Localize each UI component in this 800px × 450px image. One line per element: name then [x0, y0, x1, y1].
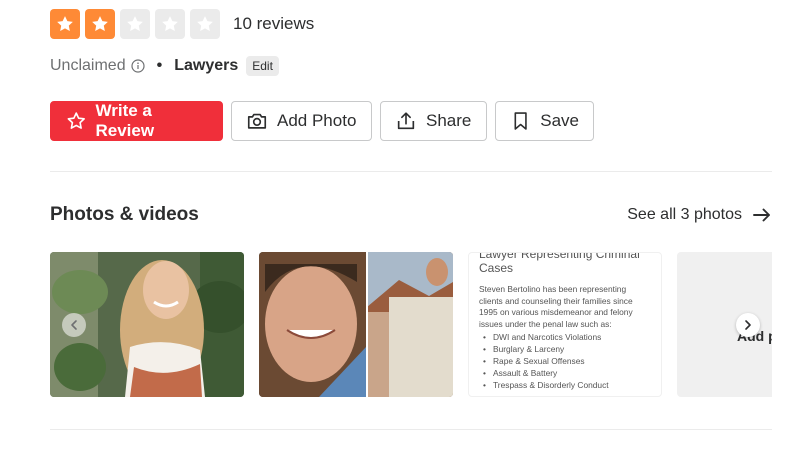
document-list-item: DWI and Narcotics Violations — [479, 331, 651, 343]
document-preview: Lawyer Representing Criminal Cases Steve… — [469, 252, 661, 391]
save-label: Save — [540, 111, 579, 130]
document-list-item: Burglary & Larceny — [479, 343, 651, 355]
star-icon — [85, 9, 115, 39]
separator-dot: • — [156, 57, 163, 74]
section-divider — [50, 171, 772, 172]
share-label: Share — [426, 111, 472, 130]
photo-carousel: Lawyer Representing Criminal Cases Steve… — [50, 252, 772, 397]
see-all-label: See all 3 photos — [627, 206, 742, 223]
document-list-item: Assault & Battery — [479, 367, 651, 379]
star-icon — [155, 9, 185, 39]
camera-icon — [247, 113, 267, 129]
write-review-button[interactable]: Write a Review — [50, 101, 223, 141]
chevron-right-icon — [745, 320, 751, 330]
chevron-left-icon — [71, 320, 77, 330]
action-buttons: Write a Review Add Photo Share Save — [50, 101, 602, 141]
arrow-right-icon — [753, 208, 770, 222]
claim-status: Unclaimed — [50, 57, 126, 74]
document-list-item: Trespass & Disorderly Conduct — [479, 379, 651, 391]
star-icon — [190, 9, 220, 39]
section-divider — [50, 429, 772, 430]
share-button[interactable]: Share — [380, 101, 487, 141]
photo-thumbnail-collage[interactable] — [259, 252, 453, 397]
document-title-line1: Lawyer Representing Criminal — [479, 252, 640, 261]
add-photo-label: Add Photo — [277, 111, 357, 130]
photos-section-header: Photos & videos See all 3 photos — [50, 204, 772, 226]
document-list: DWI and Narcotics Violations Burglary & … — [479, 331, 651, 391]
star-icon — [50, 9, 80, 39]
reviews-count[interactable]: 10 reviews — [233, 14, 314, 34]
bookmark-icon — [514, 112, 527, 130]
add-photo-icon — [771, 302, 772, 320]
edit-category-button[interactable]: Edit — [246, 56, 279, 76]
rating-stars — [50, 9, 225, 39]
see-all-photos-link[interactable]: See all 3 photos — [627, 205, 772, 225]
carousel-next-button[interactable] — [736, 313, 760, 337]
document-title-line2: Cases — [479, 261, 514, 275]
category-link[interactable]: Lawyers — [174, 57, 238, 75]
business-meta: Unclaimed • Lawyers Edit — [50, 53, 279, 79]
carousel-prev-button[interactable] — [62, 313, 86, 337]
document-list-item: Rape & Sexual Offenses — [479, 355, 651, 367]
document-title: Lawyer Representing Criminal Cases — [479, 252, 651, 275]
star-icon — [120, 9, 150, 39]
add-photo-button[interactable]: Add Photo — [231, 101, 372, 141]
save-button[interactable]: Save — [495, 101, 594, 141]
photo-thumbnail-document[interactable]: Lawyer Representing Criminal Cases Steve… — [468, 252, 662, 397]
star-rating: 10 reviews — [50, 8, 314, 40]
document-body: Steven Bertolino has been representing c… — [479, 284, 633, 329]
section-title: Photos & videos — [50, 204, 199, 225]
share-icon — [397, 112, 415, 130]
star-outline-icon — [67, 112, 85, 129]
write-review-label: Write a Review — [95, 101, 155, 140]
info-icon[interactable] — [130, 59, 145, 73]
